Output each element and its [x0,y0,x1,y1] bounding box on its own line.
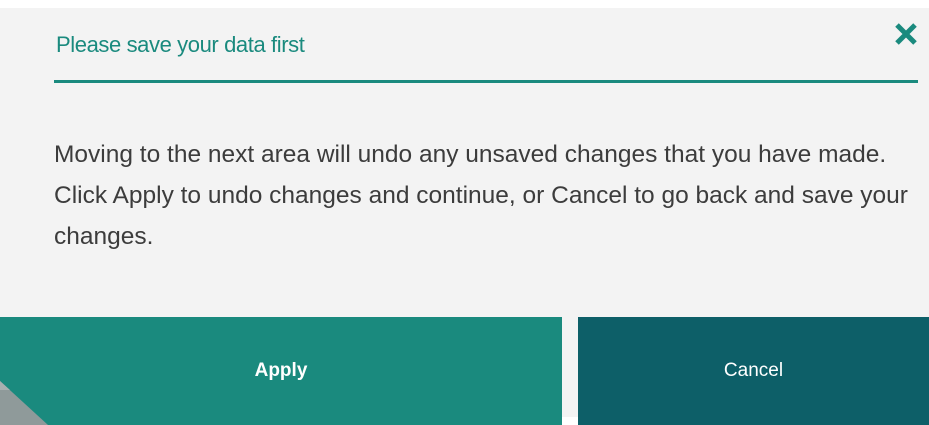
corner-fold-decoration [0,381,48,425]
cancel-button[interactable]: Cancel [578,317,929,425]
apply-button-label: Apply [254,360,308,381]
dialog-message: Moving to the next area will undo any un… [54,141,908,250]
save-data-dialog: Please save your data first Moving to th… [0,0,929,425]
close-icon[interactable] [892,20,920,48]
dialog-title: Please save your data first [56,32,305,57]
apply-button[interactable]: Apply [0,317,562,425]
dialog-header: Please save your data first [54,8,918,83]
cancel-button-label: Cancel [723,360,784,381]
